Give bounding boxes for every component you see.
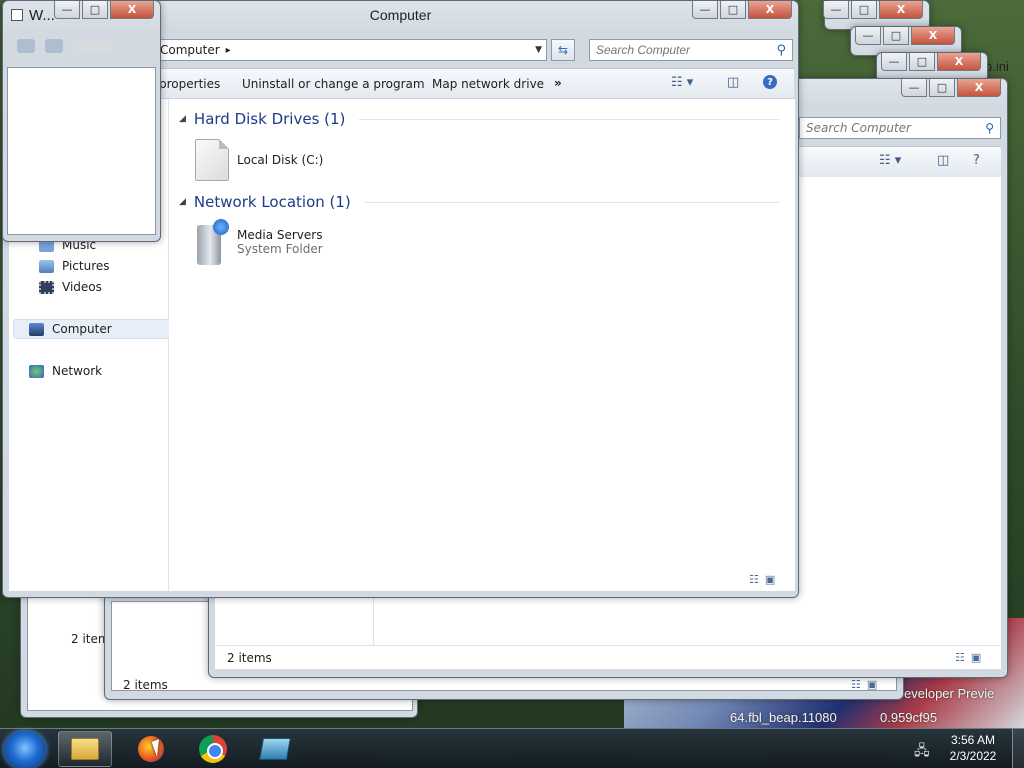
uninstall-program-button[interactable]: Uninstall or change a program [242, 77, 425, 91]
maximize-button[interactable]: □ [883, 27, 909, 45]
large-icons-view-icon[interactable]: ▣ [867, 678, 877, 691]
large-icons-view-icon[interactable]: ▣ [765, 573, 775, 586]
search-icon[interactable]: ⚲ [985, 121, 994, 135]
drive-item-local-disk[interactable]: Local Disk (C:) [195, 139, 323, 181]
minimize-button[interactable]: — [881, 53, 907, 71]
chrome-icon [199, 735, 227, 763]
close-button[interactable]: X [748, 1, 792, 19]
details-view-icon[interactable]: ☷ [749, 573, 759, 586]
taskbar-chrome-button[interactable] [186, 731, 240, 767]
nav-item-label: Videos [62, 280, 102, 294]
maximize-button[interactable]: □ [909, 53, 935, 71]
desktop-text-2: 64.fbl_beap.11080 [730, 710, 837, 725]
background-window-status: 2 items [123, 678, 168, 692]
drive-label: Local Disk (C:) [237, 153, 324, 167]
close-button[interactable]: X [110, 1, 154, 19]
media-server-icon [195, 219, 229, 265]
nav-item-network[interactable]: Network [29, 364, 102, 378]
close-button[interactable]: X [937, 53, 981, 71]
group-heading: Network Location (1) [193, 193, 351, 211]
minimize-button[interactable]: — [54, 1, 80, 19]
help-icon[interactable]: ? [763, 75, 777, 89]
small-window-client [7, 67, 156, 235]
change-view-icon[interactable]: ☷ ▾ [671, 75, 693, 90]
more-commands-button[interactable]: » [554, 76, 562, 90]
breadcrumb-chevron-icon[interactable]: ▸ [226, 45, 231, 56]
taskbar-firefox-button[interactable] [124, 731, 178, 767]
help-icon[interactable]: ? [973, 153, 980, 168]
network-tray-icon[interactable]: 🖧 [914, 740, 930, 764]
search-placeholder: Search Computer [806, 121, 911, 135]
change-view-icon[interactable]: ☷ ▾ [879, 153, 901, 168]
maximize-button[interactable]: □ [929, 79, 955, 97]
network-item-media-servers[interactable]: Media Servers System Folder [195, 219, 323, 265]
videos-icon [39, 280, 54, 294]
drive-icon [195, 139, 229, 181]
maximize-button[interactable]: □ [720, 1, 746, 19]
minimize-button[interactable]: — [855, 27, 881, 45]
minimize-button[interactable]: — [823, 1, 849, 19]
blurred-toolbar [17, 39, 157, 57]
desktop-text-3: 0.959cf95 [880, 710, 938, 725]
breadcrumb-computer[interactable]: Computer [160, 43, 220, 57]
details-view-icon[interactable]: ☷ [851, 678, 861, 691]
clock-time: 3:56 AM [950, 733, 996, 747]
content-pane: ◢ Hard Disk Drives (1) Local Disk (C:) ◢… [169, 99, 795, 591]
network-item-label: Media Servers [237, 228, 323, 242]
computer-icon [29, 322, 44, 336]
nav-item-videos[interactable]: Videos [39, 280, 102, 294]
group-heading: Hard Disk Drives (1) [193, 110, 346, 128]
minimize-button[interactable]: — [692, 1, 718, 19]
large-icons-view-icon[interactable]: ▣ [971, 651, 981, 664]
close-button[interactable]: X [957, 79, 1001, 97]
address-bar[interactable]: Computer ▸ ▼ [153, 39, 547, 61]
taskbar-explorer-button[interactable] [58, 731, 112, 767]
small-window-title: W... [29, 7, 55, 24]
collapse-triangle-icon[interactable]: ◢ [179, 197, 186, 207]
taskbar-app-button[interactable] [248, 731, 302, 767]
nav-item-pictures[interactable]: Pictures [39, 259, 110, 273]
preview-pane-icon[interactable]: ◫ [727, 75, 739, 90]
background-window-status: 2 items [227, 651, 272, 665]
pictures-icon [39, 259, 54, 273]
minimize-button[interactable]: — [901, 79, 927, 97]
maximize-button[interactable]: □ [82, 1, 108, 19]
collapse-triangle-icon[interactable]: ◢ [179, 114, 186, 124]
details-view-icon[interactable]: ☷ [955, 651, 965, 664]
group-header-network-location[interactable]: ◢ Network Location (1) [179, 193, 779, 211]
preview-pane-icon[interactable]: ◫ [937, 153, 949, 168]
folder-icon [71, 738, 99, 760]
search-input[interactable] [596, 43, 756, 57]
nav-item-label: Network [52, 364, 103, 378]
refresh-icon[interactable]: ⇆ [551, 39, 575, 61]
start-button[interactable] [4, 731, 46, 768]
search-input[interactable]: Search Computer ⚲ [799, 117, 1001, 139]
app-window-icon [259, 738, 291, 760]
address-dropdown-icon[interactable]: ▼ [535, 45, 542, 55]
system-clock[interactable]: 3:56 AM 2/3/2022 [940, 732, 1006, 764]
nav-item-label: Computer [52, 322, 112, 336]
maximize-button[interactable]: □ [851, 1, 877, 19]
search-icon[interactable]: ⚲ [776, 43, 786, 58]
desktop-text-4: p.ini [985, 59, 1009, 74]
desktop-text-1: eveloper Previe [904, 686, 995, 701]
nav-item-label: Pictures [62, 259, 110, 273]
properties-button[interactable]: properties [159, 77, 220, 91]
search-box[interactable]: ⚲ [589, 39, 793, 61]
close-button[interactable]: X [879, 1, 923, 19]
network-icon [29, 364, 44, 378]
group-header-hard-disks[interactable]: ◢ Hard Disk Drives (1) [179, 110, 779, 128]
window-app-icon [11, 9, 23, 21]
small-window[interactable]: W... — □ X [2, 0, 161, 242]
nav-item-computer[interactable]: Computer [29, 322, 112, 336]
close-button[interactable]: X [911, 27, 955, 45]
map-network-drive-button[interactable]: Map network drive [432, 77, 544, 91]
clock-date: 2/3/2022 [949, 749, 997, 763]
network-item-type: System Folder [237, 242, 323, 256]
show-desktop-button[interactable] [1012, 728, 1024, 768]
